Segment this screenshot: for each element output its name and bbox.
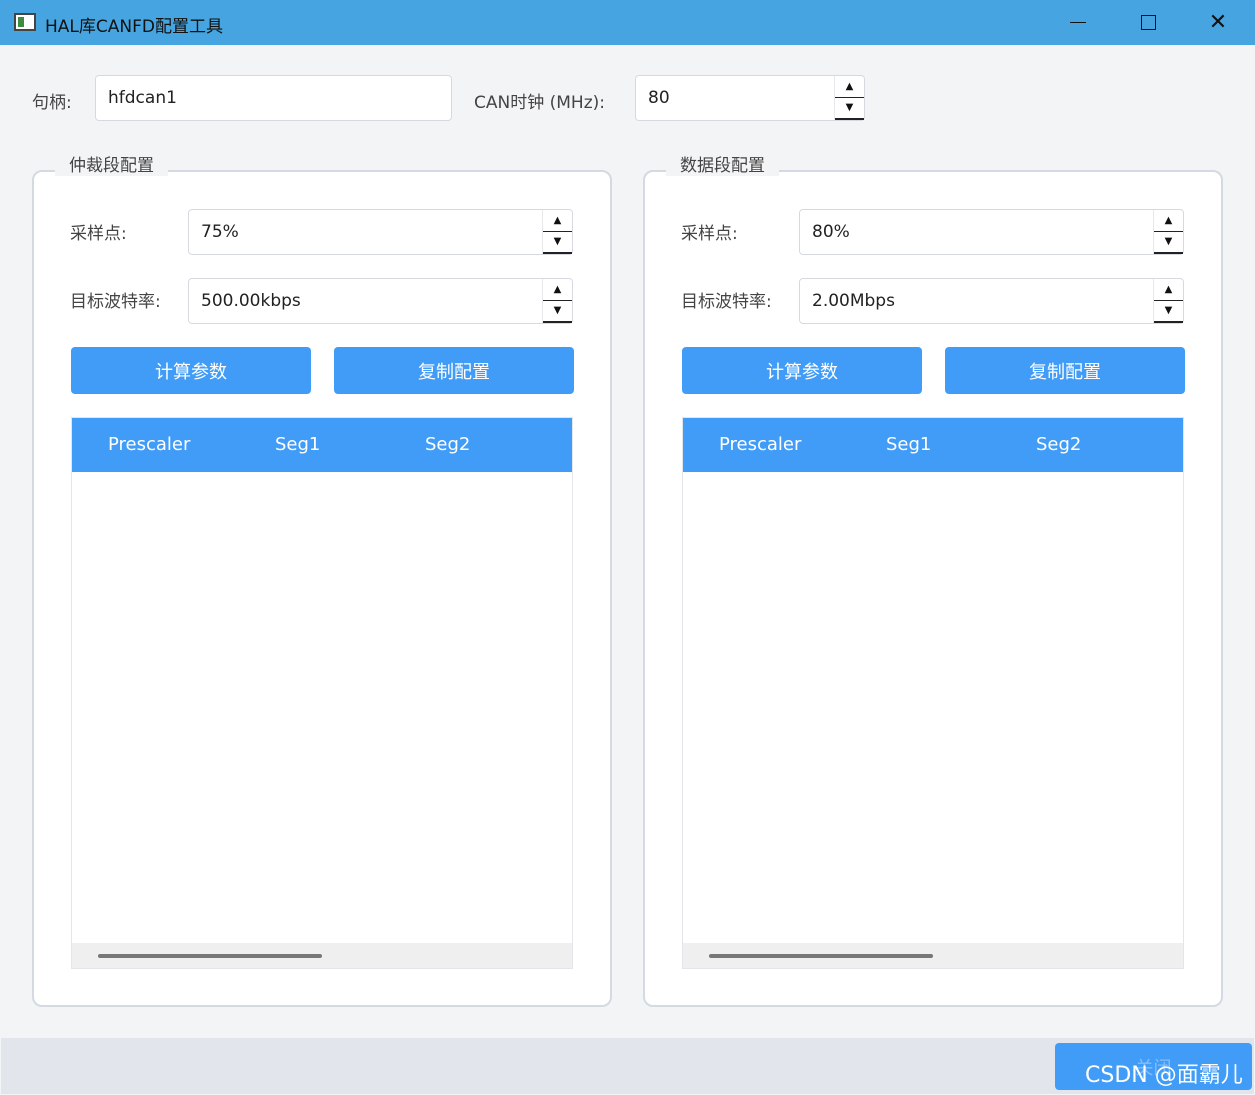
data-table-header: Prescaler Seg1 Seg2 — [683, 418, 1183, 472]
data-horizontal-scrollbar[interactable] — [683, 943, 1183, 968]
app-icon — [14, 13, 36, 31]
clock-spinbox[interactable]: 80 ▲ ▼ — [635, 75, 865, 121]
data-baud-spin-buttons: ▲ ▼ — [1153, 279, 1183, 323]
title-bar: HAL库CANFD配置工具 ✕ — [0, 0, 1255, 45]
minimize-button[interactable] — [1043, 0, 1113, 45]
data-copy-button[interactable]: 复制配置 — [945, 347, 1185, 394]
arbitration-group-title: 仲裁段配置 — [55, 151, 168, 176]
handle-input-value: hfdcan1 — [108, 88, 177, 108]
data-col-seg2[interactable]: Seg2 — [1036, 418, 1081, 472]
arb-baud-down-icon[interactable]: ▼ — [543, 301, 572, 323]
handle-input[interactable]: hfdcan1 — [95, 75, 452, 121]
watermark: CSDN @面霸儿 — [1085, 1063, 1243, 1088]
arb-baud-spinbox[interactable]: 500.00kbps ▲ ▼ — [188, 278, 573, 324]
maximize-button[interactable] — [1113, 0, 1183, 45]
arb-sample-value: 75% — [201, 222, 239, 242]
arb-col-prescaler[interactable]: Prescaler — [108, 418, 190, 472]
arb-baud-value: 500.00kbps — [201, 291, 301, 311]
arb-sample-up-icon[interactable]: ▲ — [543, 210, 572, 232]
close-button[interactable]: ✕ — [1183, 0, 1253, 45]
handle-label: 句柄: — [32, 93, 72, 113]
clock-spin-up-icon[interactable]: ▲ — [835, 76, 864, 98]
data-baud-value: 2.00Mbps — [812, 291, 895, 311]
data-sample-label: 采样点: — [681, 224, 738, 244]
main-content: 句柄: hfdcan1 CAN时钟 (MHz): 80 ▲ ▼ 仲裁段配置 采样… — [1, 45, 1254, 1038]
data-sample-spin-buttons: ▲ ▼ — [1153, 210, 1183, 254]
window-title: HAL库CANFD配置工具 — [45, 17, 223, 37]
arb-sample-spinbox[interactable]: 75% ▲ ▼ — [188, 209, 573, 255]
data-results-table: Prescaler Seg1 Seg2 — [682, 417, 1184, 969]
arb-scrollbar-thumb[interactable] — [98, 954, 322, 958]
data-col-prescaler[interactable]: Prescaler — [719, 418, 801, 472]
data-calculate-button[interactable]: 计算参数 — [682, 347, 922, 394]
data-baud-up-icon[interactable]: ▲ — [1154, 279, 1183, 301]
arbitration-group: 仲裁段配置 采样点: 75% ▲ ▼ 目标波特率: 500.00kbps ▲ ▼… — [32, 151, 612, 1007]
arb-results-table: Prescaler Seg1 Seg2 — [71, 417, 573, 969]
arb-copy-button[interactable]: 复制配置 — [334, 347, 574, 394]
maximize-icon — [1140, 15, 1156, 30]
data-phase-group-title: 数据段配置 — [666, 151, 779, 176]
data-col-seg1[interactable]: Seg1 — [886, 418, 931, 472]
data-sample-spinbox[interactable]: 80% ▲ ▼ — [799, 209, 1184, 255]
data-baud-spinbox[interactable]: 2.00Mbps ▲ ▼ — [799, 278, 1184, 324]
arb-sample-label: 采样点: — [70, 224, 127, 244]
arb-baud-spin-buttons: ▲ ▼ — [542, 279, 572, 323]
clock-spinbox-value: 80 — [648, 88, 670, 108]
clock-spin-buttons: ▲ ▼ — [834, 76, 864, 120]
arb-col-seg1[interactable]: Seg1 — [275, 418, 320, 472]
data-scrollbar-thumb[interactable] — [709, 954, 933, 958]
arb-table-header: Prescaler Seg1 Seg2 — [72, 418, 572, 472]
data-sample-down-icon[interactable]: ▼ — [1154, 232, 1183, 254]
clock-label: CAN时钟 (MHz): — [474, 93, 605, 113]
data-sample-up-icon[interactable]: ▲ — [1154, 210, 1183, 232]
arb-sample-down-icon[interactable]: ▼ — [543, 232, 572, 254]
close-icon: ✕ — [1208, 10, 1228, 35]
arb-calculate-button[interactable]: 计算参数 — [71, 347, 311, 394]
arb-horizontal-scrollbar[interactable] — [72, 943, 572, 968]
arb-baud-up-icon[interactable]: ▲ — [543, 279, 572, 301]
arb-baud-label: 目标波特率: — [70, 292, 161, 312]
data-phase-group: 数据段配置 采样点: 80% ▲ ▼ 目标波特率: 2.00Mbps ▲ ▼ 计… — [643, 151, 1223, 1007]
data-baud-down-icon[interactable]: ▼ — [1154, 301, 1183, 323]
minimize-icon — [1070, 21, 1086, 24]
clock-spin-down-icon[interactable]: ▼ — [835, 98, 864, 120]
arb-col-seg2[interactable]: Seg2 — [425, 418, 470, 472]
data-sample-value: 80% — [812, 222, 850, 242]
arb-sample-spin-buttons: ▲ ▼ — [542, 210, 572, 254]
data-baud-label: 目标波特率: — [681, 292, 772, 312]
